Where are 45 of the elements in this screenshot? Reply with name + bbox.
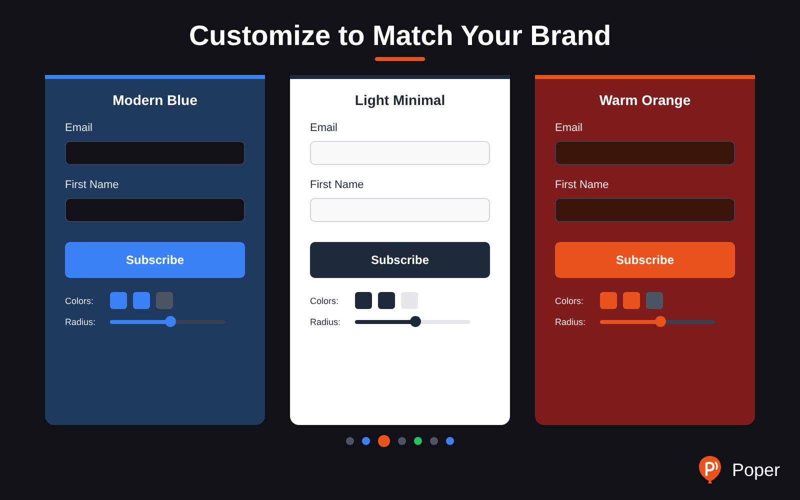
color-swatch[interactable] [156,292,173,309]
pager-dot[interactable] [362,437,370,445]
slider-thumb[interactable] [164,316,176,327]
subscribe-button[interactable]: Subscribe [310,242,490,278]
page-heading: Customize to Match Your Brand [188,20,612,52]
card-title: Modern Blue [112,92,198,108]
colors-label: Colors: [555,296,585,306]
field-label: Email [555,122,583,135]
pager-dot[interactable] [446,437,454,445]
field-label: Email [310,122,338,135]
balloon-logo-icon [698,455,722,485]
color-swatch[interactable] [355,292,372,309]
color-swatch[interactable] [110,292,127,309]
input-field[interactable] [65,198,245,222]
radius-label: Radius: [555,317,587,327]
field-label: Email [65,122,93,135]
input-field[interactable] [65,141,245,165]
color-swatch[interactable] [401,292,418,309]
radius-label: Radius: [310,317,342,327]
pager-dot[interactable] [414,437,422,445]
subscribe-button[interactable]: Subscribe [555,242,735,278]
input-field[interactable] [555,198,735,222]
heading-underline [375,57,425,61]
pager-dot[interactable] [430,437,438,445]
slider-thumb[interactable] [410,316,421,327]
color-swatch[interactable] [623,292,640,309]
pager-dot[interactable] [398,437,406,445]
colors-label: Colors: [310,296,340,306]
color-swatch[interactable] [600,292,617,309]
color-swatch[interactable] [133,292,150,309]
field-label: First Name [555,179,609,192]
card-title: Light Minimal [354,92,446,108]
pager-dot[interactable] [378,435,390,447]
colors-label: Colors: [65,296,95,306]
slider-thumb[interactable] [654,316,666,327]
color-swatch[interactable] [378,292,395,309]
subscribe-button[interactable]: Subscribe [65,242,245,278]
input-field[interactable] [555,141,735,165]
field-label: First Name [65,179,119,192]
field-label: First Name [310,179,364,192]
card-title: Warm Orange [598,92,692,108]
pager-dot[interactable] [346,437,354,445]
brand-name: Poper [732,460,780,480]
color-swatch[interactable] [646,292,663,309]
radius-label: Radius: [65,317,97,327]
